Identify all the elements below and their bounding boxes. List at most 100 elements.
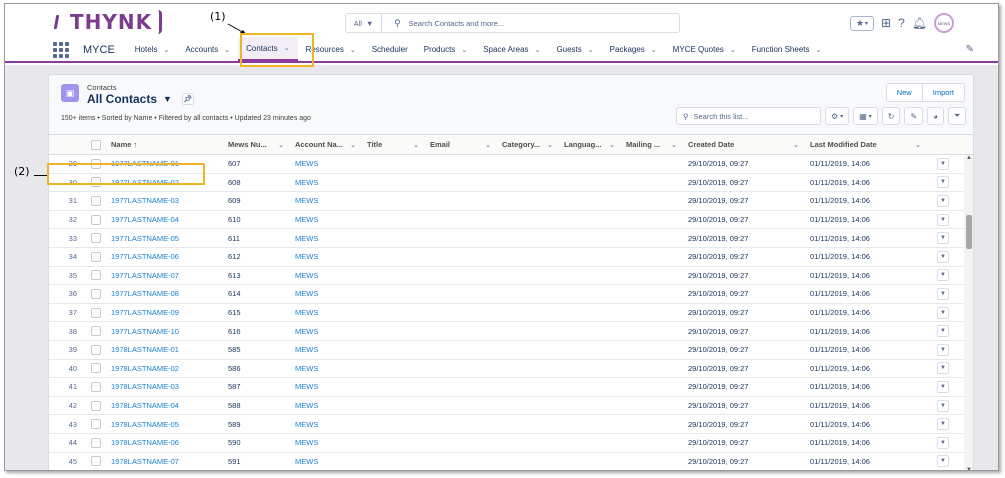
row-action-menu-icon[interactable]: ▼ bbox=[937, 176, 949, 189]
table-row[interactable]: 36 1977LASTNAME-08 614 MEWS 29/10/2019, 09:2… bbox=[49, 285, 973, 304]
column-header-last-modified-date[interactable]: Last Modified Date ⌄ bbox=[806, 135, 928, 154]
pin-icon[interactable]: 📌︎ bbox=[181, 93, 194, 105]
row-action-menu-icon[interactable]: ▼ bbox=[937, 213, 949, 226]
list-view-selector[interactable]: All Contacts ▼ 📌︎ bbox=[87, 92, 194, 106]
account-name-link[interactable]: MEWS bbox=[291, 378, 363, 396]
account-name-link[interactable]: MEWS bbox=[291, 434, 363, 452]
contact-name-link[interactable]: 1977LASTNAME-03 bbox=[107, 192, 224, 210]
chevron-down-icon[interactable]: ⌄ bbox=[163, 46, 169, 54]
global-actions-icon[interactable]: ⊞ bbox=[881, 16, 891, 30]
nav-tab-myce-quotes[interactable]: MYCE Quotes ⌄ bbox=[665, 37, 744, 62]
chevron-down-icon[interactable]: ⌄ bbox=[547, 141, 553, 149]
edit-list-button[interactable]: ✎ bbox=[904, 107, 924, 125]
contact-name-link[interactable]: 1978LASTNAME-03 bbox=[107, 378, 224, 396]
row-checkbox[interactable] bbox=[91, 326, 101, 337]
filter-button[interactable]: ⏷ bbox=[948, 107, 967, 125]
scroll-down-arrow-icon[interactable]: ▼ bbox=[964, 467, 973, 470]
row-checkbox[interactable] bbox=[91, 363, 101, 374]
chevron-down-icon[interactable]: ⌄ bbox=[350, 141, 356, 149]
row-checkbox[interactable] bbox=[91, 307, 101, 318]
chevron-down-icon[interactable]: ⌄ bbox=[461, 46, 467, 54]
chevron-down-icon[interactable]: ⌄ bbox=[609, 141, 615, 149]
contact-name-link[interactable]: 1978LASTNAME-07 bbox=[107, 453, 224, 471]
chevron-down-icon[interactable]: ⌄ bbox=[651, 46, 657, 54]
table-row[interactable]: 33 1977LASTNAME-05 611 MEWS 29/10/2019, 09:2… bbox=[49, 229, 973, 248]
list-settings-button[interactable]: ⚙ ▾ bbox=[825, 107, 850, 125]
row-checkbox[interactable] bbox=[91, 400, 101, 411]
table-row[interactable]: 38 1977LASTNAME-10 616 MEWS 29/10/2019, 09:2… bbox=[49, 322, 973, 341]
chevron-down-icon[interactable]: ⌄ bbox=[350, 46, 356, 54]
chevron-down-icon[interactable]: ⌄ bbox=[535, 46, 541, 54]
chevron-down-icon[interactable]: ⌄ bbox=[816, 46, 822, 54]
app-launcher-icon[interactable] bbox=[53, 41, 69, 58]
table-row[interactable]: 32 1977LASTNAME-04 610 MEWS 29/10/2019, 09:2… bbox=[49, 211, 973, 230]
row-action-menu-icon[interactable]: ▼ bbox=[937, 418, 949, 431]
nav-tab-scheduler[interactable]: Scheduler bbox=[364, 37, 416, 62]
table-row[interactable]: 42 1978LASTNAME-04 588 MEWS 29/10/2019, 09:2… bbox=[49, 397, 973, 416]
chevron-down-icon[interactable]: ⌄ bbox=[588, 46, 594, 54]
row-checkbox[interactable] bbox=[91, 214, 101, 225]
contact-name-link[interactable]: 1977LASTNAME-04 bbox=[107, 211, 224, 229]
help-icon[interactable]: ? bbox=[898, 16, 905, 30]
contact-name-link[interactable]: 1977LASTNAME-08 bbox=[107, 285, 224, 303]
table-scrollbar[interactable]: ▲ ▼ bbox=[964, 155, 973, 470]
chevron-down-icon[interactable]: ⌄ bbox=[671, 141, 677, 149]
nav-tab-hotels[interactable]: Hotels ⌄ bbox=[127, 37, 178, 62]
user-avatar[interactable]: MEWS bbox=[933, 13, 954, 33]
row-checkbox[interactable] bbox=[91, 195, 101, 206]
column-header-account-name[interactable]: Account Na... ⌄ bbox=[291, 135, 363, 154]
contact-name-link[interactable]: 1978LASTNAME-05 bbox=[107, 415, 224, 433]
row-action-menu-icon[interactable]: ▼ bbox=[937, 325, 949, 338]
account-name-link[interactable]: MEWS bbox=[291, 229, 363, 247]
contact-name-link[interactable]: 1978LASTNAME-04 bbox=[107, 397, 224, 415]
contact-name-link[interactable]: 1977LASTNAME-05 bbox=[107, 229, 224, 247]
nav-tab-products[interactable]: Products ⌄ bbox=[416, 37, 475, 62]
nav-tab-space-areas[interactable]: Space Areas ⌄ bbox=[475, 37, 548, 62]
table-row[interactable]: 34 1977LASTNAME-06 612 MEWS 29/10/2019, 09:2… bbox=[49, 248, 973, 267]
search-scope-dropdown[interactable]: All ▼ bbox=[346, 14, 382, 32]
account-name-link[interactable]: MEWS bbox=[291, 211, 363, 229]
row-checkbox[interactable] bbox=[91, 456, 101, 467]
scroll-up-arrow-icon[interactable]: ▲ bbox=[964, 155, 973, 163]
account-name-link[interactable]: MEWS bbox=[291, 267, 363, 285]
chevron-down-icon[interactable]: ⌄ bbox=[793, 141, 799, 149]
column-header-mews-number[interactable]: Mews Nu... ⌄ bbox=[224, 135, 291, 154]
row-action-menu-icon[interactable]: ▼ bbox=[937, 157, 949, 170]
row-action-menu-icon[interactable]: ▼ bbox=[937, 194, 949, 207]
chevron-down-icon[interactable]: ⌄ bbox=[915, 141, 921, 149]
nav-tab-function-sheets[interactable]: Function Sheets ⌄ bbox=[744, 37, 830, 62]
table-row[interactable]: 41 1978LASTNAME-03 587 MEWS 29/10/2019, 09:2… bbox=[49, 378, 973, 397]
row-action-menu-icon[interactable]: ▼ bbox=[937, 343, 949, 356]
account-name-link[interactable]: MEWS bbox=[291, 192, 363, 210]
table-row[interactable]: 43 1978LASTNAME-05 589 MEWS 29/10/2019, 09:2… bbox=[49, 415, 973, 434]
row-action-menu-icon[interactable]: ▼ bbox=[937, 232, 949, 245]
table-row[interactable]: 35 1977LASTNAME-07 613 MEWS 29/10/2019, 09:2… bbox=[49, 267, 973, 286]
row-checkbox[interactable] bbox=[91, 233, 101, 244]
row-action-menu-icon[interactable]: ▼ bbox=[937, 436, 949, 449]
nav-tab-accounts[interactable]: Accounts ⌄ bbox=[177, 37, 238, 62]
edit-nav-pencil-icon[interactable]: ✎ bbox=[966, 44, 974, 55]
global-search[interactable]: All ▼ ⚲ Search Contacts and more... bbox=[345, 13, 680, 33]
row-action-menu-icon[interactable]: ▼ bbox=[937, 399, 949, 412]
favorites-button[interactable]: ★ ▾ bbox=[850, 15, 874, 31]
account-name-link[interactable]: MEWS bbox=[291, 174, 363, 192]
table-row[interactable]: 44 1978LASTNAME-06 590 MEWS 29/10/2019, 09:2… bbox=[49, 434, 973, 453]
list-search-input[interactable]: ⚲ Search this list... bbox=[676, 107, 821, 125]
contact-name-link[interactable]: 1977LASTNAME-10 bbox=[107, 322, 224, 340]
table-row[interactable]: 39 1978LASTNAME-01 585 MEWS 29/10/2019, 09:2… bbox=[49, 341, 973, 360]
account-name-link[interactable]: MEWS bbox=[291, 155, 363, 173]
refresh-button[interactable]: ↻ bbox=[881, 107, 901, 125]
row-checkbox[interactable] bbox=[91, 251, 101, 262]
import-button[interactable]: Import bbox=[923, 84, 964, 101]
charts-button[interactable]: ◕ bbox=[927, 107, 945, 125]
account-name-link[interactable]: MEWS bbox=[291, 248, 363, 266]
account-name-link[interactable]: MEWS bbox=[291, 304, 363, 322]
row-checkbox[interactable] bbox=[91, 270, 101, 281]
column-header-title[interactable]: Title ⌄ bbox=[363, 135, 426, 154]
chevron-down-icon[interactable]: ⌄ bbox=[730, 46, 736, 54]
column-header-created-date[interactable]: Created Date ⌄ bbox=[684, 135, 806, 154]
chevron-down-icon[interactable]: ⌄ bbox=[278, 141, 284, 149]
account-name-link[interactable]: MEWS bbox=[291, 285, 363, 303]
contact-name-link[interactable]: 1978LASTNAME-01 bbox=[107, 341, 224, 359]
row-action-menu-icon[interactable]: ▼ bbox=[937, 455, 949, 468]
